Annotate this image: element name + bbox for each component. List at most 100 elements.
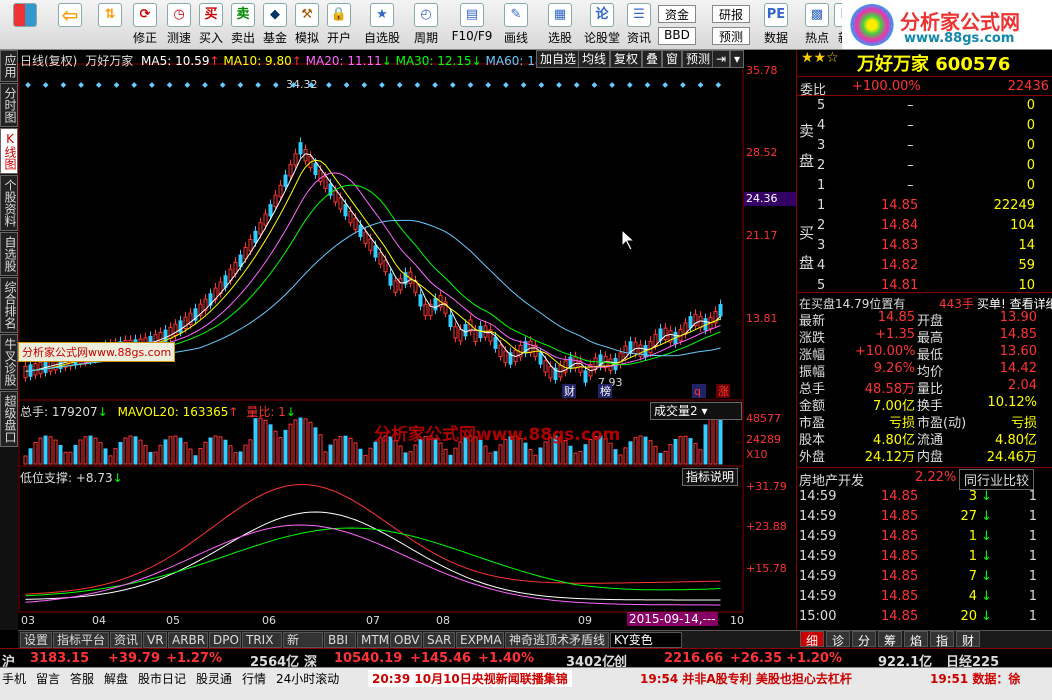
open-account-button[interactable]: 🔒 开户 xyxy=(324,3,354,47)
panel-tab[interactable]: 细 xyxy=(800,631,824,648)
panel-tab[interactable]: 诊 xyxy=(826,631,850,648)
bbd-button[interactable]: BBD xyxy=(658,27,696,45)
indicator-tab[interactable]: OBV xyxy=(390,632,422,648)
status-item[interactable]: 股市日记 xyxy=(138,670,186,687)
expand-icon[interactable]: ⇥ xyxy=(712,50,731,68)
watchlist-button[interactable]: ★ 自选股 xyxy=(360,3,404,47)
watermark-center: 分析家公式网www.88gs.com xyxy=(374,425,621,445)
ma-button[interactable]: 均线 xyxy=(578,50,611,68)
tab-level2[interactable]: 超级盘口 xyxy=(0,391,18,447)
window-button[interactable]: 窗 xyxy=(662,50,683,68)
panel-tab[interactable]: 筹 xyxy=(878,631,902,648)
news-button[interactable]: ☰ 资讯 xyxy=(624,3,654,47)
indicator-tab[interactable]: 设置 xyxy=(20,632,52,648)
tab-watchlist[interactable]: 自选股 xyxy=(0,232,18,276)
status-item[interactable]: 股灵通 xyxy=(196,670,232,687)
sell-level-row[interactable]: 3 – 0 xyxy=(797,136,1052,156)
indicator-tab[interactable]: VR xyxy=(143,632,167,648)
chart-area[interactable]: 35.78 28.52 24.36 21.17 13.81 34.32 7.93 财榜 q 涨 48… xyxy=(18,50,796,630)
tab-intraday[interactable]: 分时图 xyxy=(0,83,18,127)
buy-level-row[interactable]: 4 14.82 59 xyxy=(797,256,1052,276)
sell-level-row[interactable]: 5 – 0 xyxy=(797,96,1052,116)
indicator-tab[interactable]: 资讯 xyxy=(110,632,142,648)
ma30-label: MA30: 12.15 xyxy=(395,54,472,68)
buy-level-row[interactable]: 2 14.84 104 xyxy=(797,216,1052,236)
tick-count: 1 xyxy=(1028,589,1037,604)
overlay-button[interactable]: 叠 xyxy=(642,50,663,68)
status-item[interactable]: 答服 xyxy=(70,670,94,687)
indicator-tab[interactable]: DPO xyxy=(209,632,241,648)
data-button[interactable]: PE 数据 xyxy=(758,3,794,47)
period-button[interactable]: ◴ 周期 xyxy=(408,3,444,47)
f10-button[interactable]: ▤ F10/F9 xyxy=(448,3,496,47)
sh-pct: +1.27% xyxy=(166,651,222,666)
indicator-tab[interactable]: BBI xyxy=(324,632,356,648)
status-item[interactable]: 24小时滚动 xyxy=(276,670,339,687)
news-ticker-1[interactable]: 20:39 10月10日央视新闻联播集锦 xyxy=(368,670,572,687)
volume-dropdown[interactable]: 成交量2 ▾ xyxy=(650,402,742,420)
back-arrow-icon[interactable]: ⇦ xyxy=(50,3,90,47)
simulate-button[interactable]: ⚒ 模拟 xyxy=(292,3,322,47)
dropdown-icon[interactable]: ▾ xyxy=(730,50,745,68)
status-item[interactable]: 留言 xyxy=(36,670,60,687)
tab-apps[interactable]: 应用 xyxy=(0,50,18,82)
candle-body xyxy=(293,153,298,166)
candle-body xyxy=(478,325,483,339)
indicator-tab[interactable]: SAR xyxy=(423,632,455,648)
panel-tab[interactable]: 分 xyxy=(852,631,876,648)
indicator-tab[interactable]: 神奇逃顶术矛盾线 xyxy=(505,632,609,648)
sell-level-row[interactable]: 4 – 0 xyxy=(797,116,1052,136)
indicator-explain-button[interactable]: 指标说明 xyxy=(682,468,739,486)
adjust-button[interactable]: 复权 xyxy=(610,50,643,68)
tab-ranking[interactable]: 综合排名 xyxy=(0,277,18,333)
updown-icon[interactable]: ⇅ xyxy=(95,3,125,47)
indicator-tab[interactable]: ARBR xyxy=(168,632,208,648)
add-watchlist-button[interactable]: 加自选 xyxy=(536,50,581,68)
tab-kline[interactable]: K线图 xyxy=(0,128,18,174)
volume-bar xyxy=(223,439,228,465)
buy-level-row[interactable]: 3 14.83 14 xyxy=(797,236,1052,256)
indicator-tab[interactable]: 新DMA xyxy=(283,632,323,661)
tab-diagnosis[interactable]: 牛叉诊股 xyxy=(0,334,18,390)
status-item[interactable]: 手机 xyxy=(2,670,26,687)
research-button[interactable]: 研报 xyxy=(712,5,750,23)
indicator-tab[interactable]: KY变色MACD xyxy=(610,632,682,661)
news-ticker-3[interactable]: 19:51 数据：徐 xyxy=(930,670,1020,687)
buy-price: 14.81 xyxy=(881,278,919,293)
forecast-button[interactable]: 预测 xyxy=(712,27,750,45)
status-item[interactable]: 行情 xyxy=(242,670,266,687)
fund-flow-button[interactable]: 资金 xyxy=(658,5,696,23)
price-axis-label: 24.36 xyxy=(746,192,778,205)
app-grid-icon[interactable] xyxy=(8,3,42,47)
sell-level-row[interactable]: 2 – 0 xyxy=(797,156,1052,176)
panel-tab[interactable]: 财 xyxy=(956,631,980,648)
candle-body xyxy=(298,142,303,155)
stock-picker-button[interactable]: ▦ 选股 xyxy=(542,3,578,47)
indicator-tab[interactable]: MTM xyxy=(357,632,389,648)
panel-tab[interactable]: 焰 xyxy=(904,631,928,648)
indicator-tab[interactable]: EXPMA xyxy=(456,632,504,648)
logo-url: www.88gs.com xyxy=(904,31,1015,46)
forum-button[interactable]: 论论股堂 xyxy=(582,3,622,47)
status-item[interactable]: 解盘 xyxy=(104,670,128,687)
sell-level-row[interactable]: 1 – 0 xyxy=(797,176,1052,196)
draw-line-button[interactable]: ✎ 画线 xyxy=(498,3,534,47)
fund-button[interactable]: ◆ 基金 xyxy=(260,3,290,47)
buy-level-row[interactable]: 1 14.85 22249 xyxy=(797,196,1052,216)
volume-bar xyxy=(248,439,253,465)
fix-button[interactable]: ⟳ 修正 xyxy=(128,3,162,47)
indicator-tab[interactable]: 指标平台 xyxy=(53,632,109,648)
cy-change: +26.35 xyxy=(730,651,783,666)
forecast-toggle-button[interactable]: 预测 xyxy=(682,50,715,68)
volume-bar xyxy=(448,454,453,465)
indicator-tab[interactable]: TRIX xyxy=(242,632,282,648)
buy-button[interactable]: 买买入 xyxy=(196,3,226,47)
news-ticker-2[interactable]: 19:54 并非A股专利 美股也担心去杠杆 xyxy=(640,670,852,687)
volume-bar xyxy=(688,438,693,465)
zaimai-row[interactable]: 在买盘14.79位置有 443手 买单! 查看详细 xyxy=(797,292,1052,312)
panel-tab[interactable]: 指 xyxy=(930,631,954,648)
tab-profile[interactable]: 个股资料 xyxy=(0,175,18,231)
speed-button[interactable]: ◷ 测速 xyxy=(162,3,196,47)
sell-button[interactable]: 卖卖出 xyxy=(228,3,258,47)
hotspot-button[interactable]: ▩ 热点 xyxy=(800,3,834,47)
